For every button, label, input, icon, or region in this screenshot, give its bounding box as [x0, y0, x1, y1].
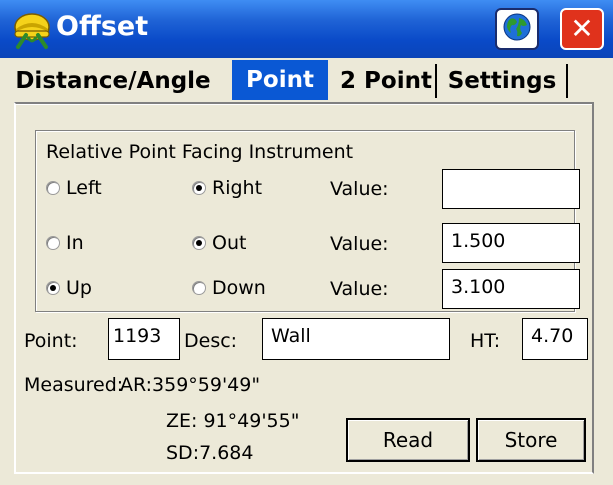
ht-field[interactable]: 4.70 — [522, 318, 588, 360]
measured-label: Measured: — [24, 374, 124, 396]
close-button[interactable]: ✕ — [560, 8, 604, 50]
value-label: Value: — [330, 178, 389, 200]
left-right-value-field[interactable] — [442, 169, 580, 209]
globe-icon — [503, 13, 531, 45]
group-title: Relative Point Facing Instrument — [46, 141, 354, 163]
radio-down[interactable]: Down — [192, 277, 266, 299]
radio-out-indicator — [192, 236, 206, 250]
radio-right-indicator — [192, 181, 206, 195]
window-title: Offset — [56, 11, 149, 42]
up-down-value-field[interactable]: 3.100 — [442, 269, 580, 309]
tab-bar: Distance/Angle Point 2 Point Settings — [0, 58, 613, 102]
in-out-value-field[interactable]: 1.500 — [442, 223, 580, 263]
desc-field[interactable]: Wall — [262, 318, 450, 360]
store-button[interactable]: Store — [476, 418, 586, 462]
radio-in-label: In — [66, 232, 84, 254]
radio-right-label: Right — [212, 177, 263, 199]
read-button[interactable]: Read — [346, 418, 470, 462]
tab-2-point[interactable]: 2 Point — [338, 62, 434, 100]
radio-right[interactable]: Right — [192, 177, 262, 199]
measured-sd: SD:7.684 — [166, 442, 254, 464]
tab-distance-angle[interactable]: Distance/Angle — [2, 62, 224, 100]
point-tab-panel: Relative Point Facing Instrument Left Ri… — [14, 102, 594, 474]
surveyor-helmet-icon — [10, 7, 54, 51]
radio-left-label: Left — [66, 177, 102, 199]
point-label: Point: — [24, 330, 78, 352]
tab-divider — [566, 64, 568, 98]
radio-up-label: Up — [66, 277, 92, 299]
radio-down-indicator — [192, 281, 206, 295]
radio-left-indicator — [46, 181, 60, 195]
value-label: Value: — [330, 233, 389, 255]
radio-out[interactable]: Out — [192, 232, 246, 254]
point-field[interactable]: 1193 — [108, 318, 180, 360]
globe-button[interactable] — [495, 8, 539, 50]
radio-down-label: Down — [212, 277, 266, 299]
radio-up[interactable]: Up — [46, 277, 92, 299]
tab-point[interactable]: Point — [232, 60, 328, 100]
panel-highlight — [16, 104, 592, 105]
relative-point-group: Relative Point Facing Instrument Left Ri… — [35, 130, 580, 312]
offset-window: Offset ✕ Distance/Angle Point 2 Point Se… — [0, 0, 613, 485]
tab-divider — [435, 64, 437, 98]
ht-label: HT: — [470, 330, 501, 352]
radio-left[interactable]: Left — [46, 177, 102, 199]
close-icon: ✕ — [570, 12, 594, 45]
measured-ar: AR:359°59'49" — [120, 374, 261, 396]
radio-out-label: Out — [212, 232, 247, 254]
radio-up-indicator — [46, 281, 60, 295]
radio-in-indicator — [46, 236, 60, 250]
title-bar: Offset ✕ — [0, 0, 613, 58]
radio-in[interactable]: In — [46, 232, 84, 254]
desc-label: Desc: — [184, 330, 238, 352]
value-label: Value: — [330, 278, 389, 300]
measured-ze: ZE: 91°49'55" — [166, 410, 300, 432]
tab-settings[interactable]: Settings — [440, 62, 564, 100]
